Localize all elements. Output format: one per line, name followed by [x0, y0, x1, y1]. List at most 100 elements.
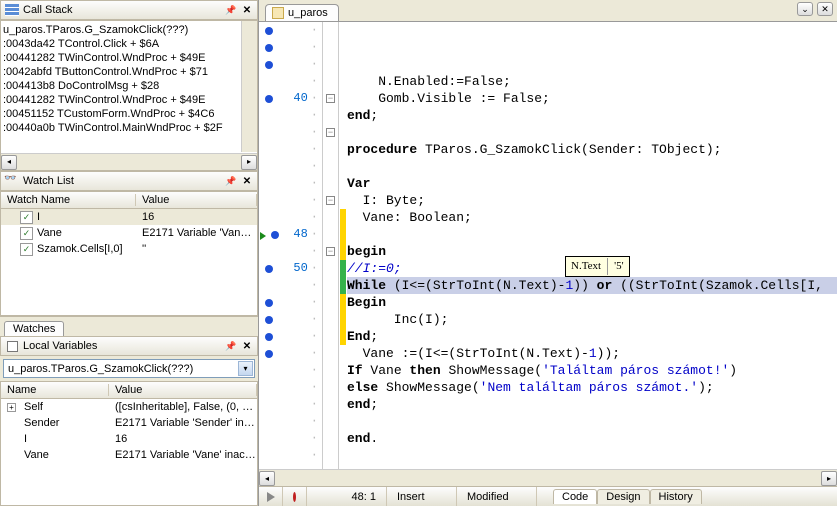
- vertical-scrollbar[interactable]: [241, 21, 257, 152]
- breakpoint-icon[interactable]: [265, 27, 273, 35]
- fold-gutter[interactable]: − − − −: [323, 22, 339, 469]
- watch-row[interactable]: ✓I16: [1, 209, 257, 225]
- code-line[interactable]: Begin: [347, 294, 837, 311]
- close-icon[interactable]: [241, 340, 253, 352]
- watch-grid-rows[interactable]: ✓I16✓VaneE2171 Variable 'Vane'…✓Szamok.C…: [1, 209, 257, 315]
- localvar-row[interactable]: +Self([csInheritable], False, (0, …: [1, 399, 257, 415]
- call-stack-frame[interactable]: u_paros.TParos.G_SzamokClick(???): [3, 23, 255, 37]
- code-line[interactable]: [347, 447, 837, 464]
- code-line[interactable]: [347, 464, 837, 469]
- col-name[interactable]: Name: [1, 384, 109, 396]
- checkbox-icon[interactable]: ✓: [20, 243, 33, 256]
- code-line[interactable]: If Vane then ShowMessage('Találtam páros…: [347, 362, 837, 379]
- fold-toggle-icon[interactable]: −: [326, 128, 335, 137]
- call-stack-frame[interactable]: :0043da42 TControl.Click + $6A: [3, 37, 255, 51]
- view-tabs: CodeDesignHistory: [553, 489, 702, 504]
- call-stack-list[interactable]: u_paros.TParos.G_SzamokClick(???):0043da…: [0, 20, 258, 171]
- code-line[interactable]: Gomb.Visible := False;: [347, 90, 837, 107]
- tab-menu-button[interactable]: ⌄: [797, 2, 813, 16]
- code-line[interactable]: Vane :=(I<=(StrToInt(N.Text)-1));: [347, 345, 837, 362]
- localvar-row[interactable]: VaneE2171 Variable 'Vane' inacc…: [1, 447, 257, 463]
- code-line[interactable]: end;: [347, 107, 837, 124]
- horizontal-scrollbar[interactable]: ◂ ▸: [1, 153, 257, 170]
- code-area[interactable]: N.Enabled:=False; Gomb.Visible := False;…: [347, 22, 837, 469]
- pin-icon[interactable]: [225, 4, 237, 16]
- scroll-right-button[interactable]: ▸: [821, 471, 837, 486]
- view-tab-history[interactable]: History: [650, 489, 702, 504]
- watch-list-title: Watch List: [23, 175, 221, 187]
- breakpoint-icon[interactable]: [265, 95, 273, 103]
- pin-icon[interactable]: [225, 175, 237, 187]
- code-line[interactable]: I: Byte;: [347, 192, 837, 209]
- breakpoint-icon[interactable]: [271, 231, 279, 239]
- scope-combo[interactable]: u_paros.TParos.G_SzamokClick(???) ▾: [3, 359, 255, 378]
- code-line[interactable]: [347, 413, 837, 430]
- breakpoint-icon[interactable]: [265, 265, 273, 273]
- call-stack-frame[interactable]: :00441282 TWinControl.WndProc + $49E: [3, 51, 255, 65]
- code-line[interactable]: [347, 226, 837, 243]
- code-line[interactable]: [347, 124, 837, 141]
- view-tab-code[interactable]: Code: [553, 489, 597, 504]
- code-editor[interactable]: · · · ·40 · · · · · · · ·48 · ·50 · · · …: [259, 22, 837, 469]
- checkbox-icon[interactable]: ✓: [20, 227, 33, 240]
- watch-row[interactable]: ✓VaneE2171 Variable 'Vane'…: [1, 225, 257, 241]
- code-line[interactable]: End;: [347, 328, 837, 345]
- localvar-row[interactable]: SenderE2171 Variable 'Sender' ina…: [1, 415, 257, 431]
- watch-row[interactable]: ✓Szamok.Cells[I,0]'': [1, 241, 257, 257]
- call-stack-frame[interactable]: :00451152 TCustomForm.WndProc + $4C6: [3, 107, 255, 121]
- record-icon: [293, 492, 296, 502]
- macro-play-button[interactable]: [259, 487, 283, 506]
- line-number: ·: [279, 243, 318, 260]
- code-line[interactable]: procedure TParos.G_SzamokClick(Sender: T…: [347, 141, 837, 158]
- close-icon[interactable]: [241, 4, 253, 16]
- code-line[interactable]: N.Enabled:=False;: [347, 73, 837, 90]
- col-value[interactable]: Value: [109, 384, 257, 396]
- editor-horizontal-scrollbar[interactable]: ◂ ▸: [259, 469, 837, 486]
- call-stack-frame[interactable]: :004413b8 DoControlMsg + $28: [3, 79, 255, 93]
- code-line[interactable]: else ShowMessage('Nem találtam páros szá…: [347, 379, 837, 396]
- scroll-left-button[interactable]: ◂: [259, 471, 275, 486]
- line-number: ·: [279, 413, 318, 430]
- code-line[interactable]: Vane: Boolean;: [347, 209, 837, 226]
- watch-value: E2171 Variable 'Vane'…: [136, 227, 257, 239]
- breakpoint-icon[interactable]: [265, 350, 273, 358]
- breakpoint-icon[interactable]: [265, 333, 273, 341]
- var-value: ([csInheritable], False, (0, …: [109, 401, 257, 413]
- localvars-grid-rows[interactable]: +Self([csInheritable], False, (0, …Sende…: [1, 399, 257, 505]
- col-value[interactable]: Value: [136, 194, 257, 206]
- breakpoint-gutter[interactable]: [259, 22, 279, 469]
- call-stack-frame[interactable]: :00441282 TWinControl.WndProc + $49E: [3, 93, 255, 107]
- code-line[interactable]: [347, 158, 837, 175]
- tab-close-button[interactable]: ✕: [817, 2, 833, 16]
- fold-toggle-icon[interactable]: −: [326, 196, 335, 205]
- line-number: ·: [279, 345, 318, 362]
- code-line[interactable]: While (I<=(StrToInt(N.Text)-1)) or ((Str…: [347, 277, 837, 294]
- call-stack-frame[interactable]: :0042abfd TButtonControl.WndProc + $71: [3, 65, 255, 79]
- scroll-right-button[interactable]: ▸: [241, 155, 257, 170]
- code-line[interactable]: Var: [347, 175, 837, 192]
- editor-file-tab[interactable]: u_paros: [265, 4, 339, 21]
- expander-icon[interactable]: +: [7, 403, 16, 412]
- scroll-left-button[interactable]: ◂: [1, 155, 17, 170]
- line-number: ·: [279, 192, 318, 209]
- code-line[interactable]: Inc(I);: [347, 311, 837, 328]
- checkbox-icon[interactable]: ✓: [20, 211, 33, 224]
- fold-toggle-icon[interactable]: −: [326, 94, 335, 103]
- chevron-down-icon[interactable]: ▾: [238, 361, 253, 376]
- close-icon[interactable]: [241, 175, 253, 187]
- watch-name: I: [37, 211, 40, 223]
- localvar-row[interactable]: I16: [1, 431, 257, 447]
- pin-icon[interactable]: [225, 340, 237, 352]
- breakpoint-icon[interactable]: [265, 44, 273, 52]
- macro-record-button[interactable]: [283, 487, 307, 506]
- col-watch-name[interactable]: Watch Name: [1, 194, 136, 206]
- breakpoint-icon[interactable]: [265, 316, 273, 324]
- call-stack-frame[interactable]: :00440a0b TWinControl.MainWndProc + $2F: [3, 121, 255, 135]
- code-line[interactable]: end;: [347, 396, 837, 413]
- breakpoint-icon[interactable]: [265, 299, 273, 307]
- fold-toggle-icon[interactable]: −: [326, 247, 335, 256]
- watches-tab[interactable]: Watches: [4, 321, 64, 336]
- code-line[interactable]: end.: [347, 430, 837, 447]
- view-tab-design[interactable]: Design: [597, 489, 649, 504]
- breakpoint-icon[interactable]: [265, 61, 273, 69]
